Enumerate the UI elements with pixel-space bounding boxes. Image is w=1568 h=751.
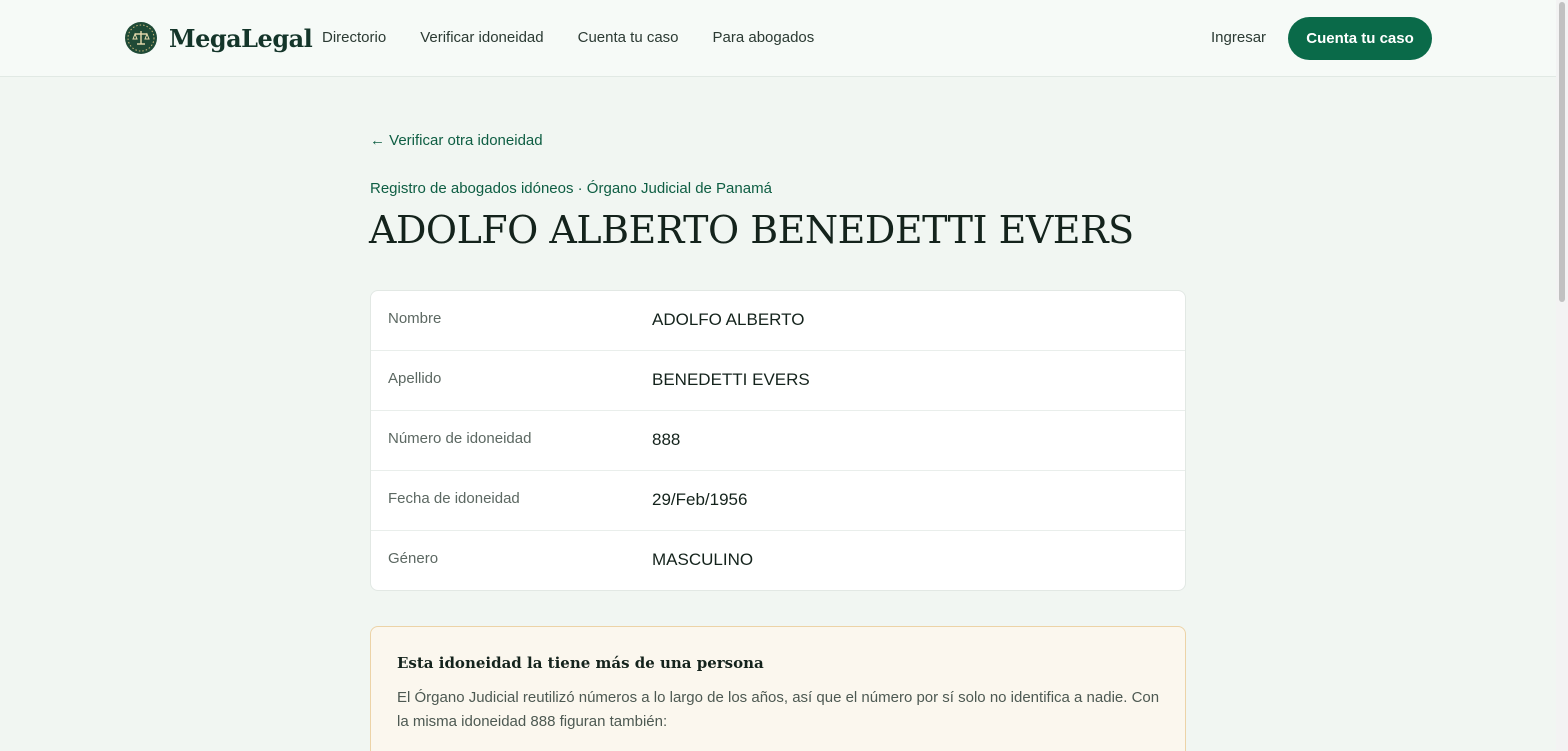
detail-value: 888 <box>652 430 681 449</box>
site-header: MegaLegal Directorio Verificar idoneidad… <box>0 0 1556 77</box>
page-scrollbar[interactable] <box>1556 0 1568 751</box>
detail-value: ADOLFO ALBERTO <box>652 310 805 329</box>
detail-label: Nombre <box>388 310 442 327</box>
detail-value: 29/Feb/1956 <box>652 490 748 509</box>
notice-title: Esta idoneidad la tiene más de una perso… <box>397 654 764 672</box>
scrollbar-thumb[interactable] <box>1559 2 1565 302</box>
signin-link[interactable]: Ingresar <box>1211 29 1266 46</box>
detail-label: Número de idoneidad <box>388 430 532 447</box>
notice-body: El Órgano Judicial reutilizó números a l… <box>397 689 1160 730</box>
cuenta-tu-caso-button[interactable]: Cuenta tu caso <box>1288 17 1432 60</box>
detail-row-fecha: Fecha de idoneidad 29/Feb/1956 <box>371 471 1185 531</box>
detail-value: BENEDETTI EVERS <box>652 370 810 389</box>
detail-label: Fecha de idoneidad <box>388 490 520 507</box>
detail-row-genero: Género MASCULINO <box>371 531 1185 590</box>
detail-row-numero: Número de idoneidad 888 <box>371 411 1185 471</box>
details-card: Nombre ADOLFO ALBERTO Apellido BENEDETTI… <box>370 290 1186 591</box>
registry-source: Registro de abogados idóneos · Órgano Ju… <box>370 180 772 197</box>
shared-idoneidad-notice: Esta idoneidad la tiene más de una perso… <box>370 626 1186 751</box>
brand-name: MegaLegal <box>169 23 313 53</box>
nav-para-abogados[interactable]: Para abogados <box>713 29 815 46</box>
nav-directorio[interactable]: Directorio <box>322 29 386 46</box>
detail-row-apellido: Apellido BENEDETTI EVERS <box>371 351 1185 411</box>
back-link[interactable]: ← Verificar otra idoneidad <box>370 132 543 149</box>
page-title: ADOLFO ALBERTO BENEDETTI EVERS <box>369 208 1134 252</box>
brand-logo[interactable]: MegaLegal <box>125 22 313 54</box>
scales-of-justice-icon <box>125 22 157 54</box>
nav-cuenta-tu-caso[interactable]: Cuenta tu caso <box>578 29 679 46</box>
main-nav: Directorio Verificar idoneidad Cuenta tu… <box>322 29 848 46</box>
detail-row-nombre: Nombre ADOLFO ALBERTO <box>371 291 1185 351</box>
nav-verificar-idoneidad[interactable]: Verificar idoneidad <box>420 29 543 46</box>
detail-value: MASCULINO <box>652 550 754 569</box>
detail-label: Apellido <box>388 370 442 387</box>
detail-label: Género <box>388 550 439 567</box>
